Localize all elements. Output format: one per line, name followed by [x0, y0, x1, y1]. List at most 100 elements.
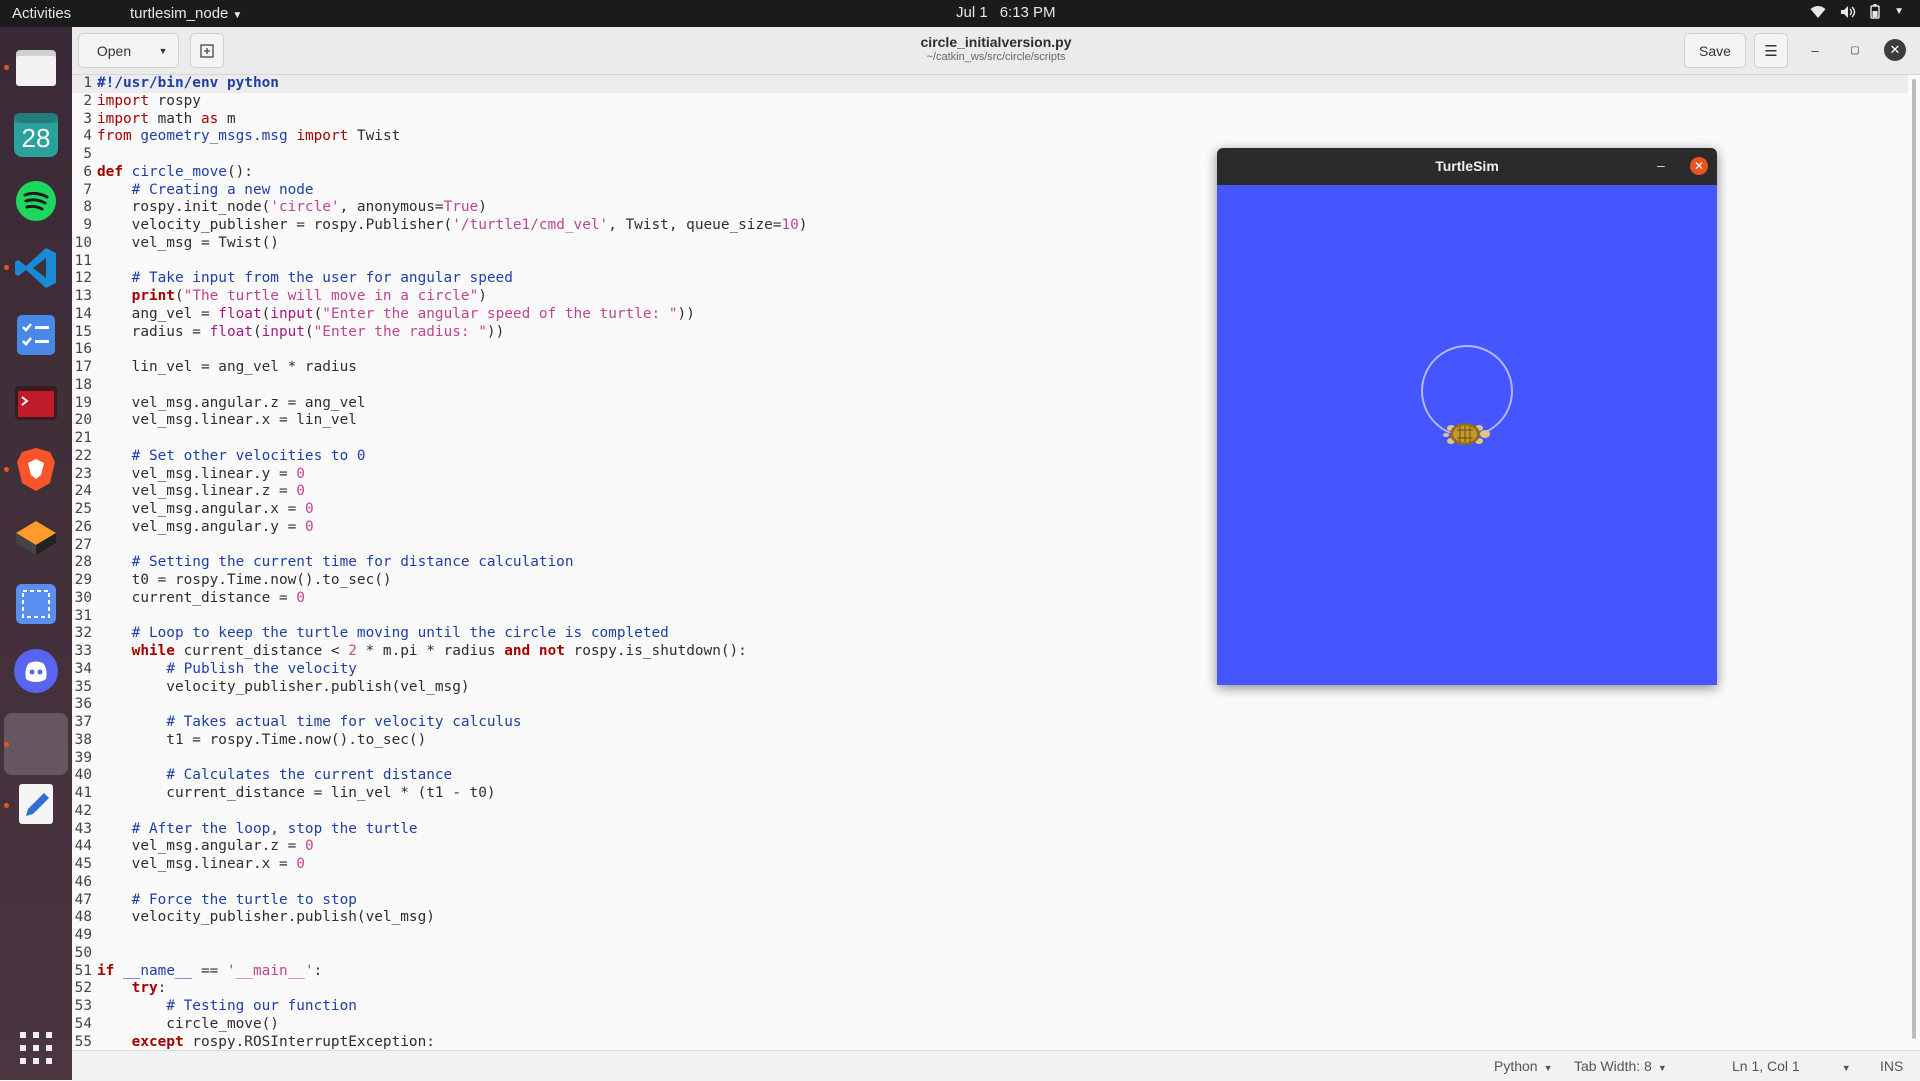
line-number: 17	[74, 359, 92, 375]
code-text: t0 = rospy.Time.now().to_sec()	[97, 572, 392, 588]
code-line[interactable]: 49	[72, 927, 1908, 945]
line-number: 34	[74, 660, 92, 677]
code-line[interactable]: 42	[72, 803, 1908, 821]
code-line[interactable]: 38 t1 = rospy.Time.now().to_sec()	[72, 732, 1908, 750]
line-number: 16	[74, 341, 92, 358]
code-text: # Publish the velocity	[166, 660, 357, 677]
terminal-icon[interactable]	[12, 379, 60, 427]
code-text: t1 = rospy.Time.now().to_sec()	[97, 731, 427, 748]
code-line[interactable]: 48 velocity_publisher.publish(vel_msg)	[72, 909, 1908, 927]
language-selector[interactable]: Python ▼	[1494, 1058, 1553, 1074]
code-line[interactable]: 3 import math as m	[72, 111, 1908, 129]
discord-icon[interactable]	[12, 647, 60, 695]
code-text: circle_move()	[97, 1015, 279, 1032]
code-text: # Takes actual time for velocity calculu…	[166, 714, 522, 730]
code-line[interactable]: 45 vel_msg.linear.x = 0	[72, 856, 1908, 874]
code-line[interactable]: 36	[72, 696, 1908, 714]
code-line[interactable]: 1 #!/usr/bin/env python	[72, 75, 1908, 93]
code-line[interactable]: 47 # Force the turtle to stop	[72, 892, 1908, 910]
turtlesim-titlebar[interactable]: TurtleSim – ✕	[1217, 148, 1717, 185]
line-number: 50	[74, 944, 92, 961]
tab-width-selector[interactable]: Tab Width: 8 ▼	[1574, 1058, 1667, 1074]
code-text: # Set other velocities to 0	[131, 447, 366, 464]
code-line[interactable]: 40 # Calculates the current distance	[72, 767, 1908, 785]
code-line[interactable]: 50	[72, 945, 1908, 963]
battery-icon	[1870, 4, 1880, 19]
line-number: 41	[74, 785, 92, 801]
show-apps-icon[interactable]	[12, 1024, 60, 1072]
open-menu-button[interactable]: ▼	[148, 33, 179, 68]
screenshot-icon[interactable]	[12, 580, 60, 628]
code-text: vel_msg.linear.x = lin_vel	[97, 412, 357, 429]
code-line[interactable]: 44 vel_msg.angular.z = 0	[72, 838, 1908, 856]
code-line[interactable]: 53 # Testing our function	[72, 998, 1908, 1016]
minimize-button[interactable]: –	[1804, 39, 1826, 61]
running-indicator	[4, 803, 9, 808]
menu-button[interactable]: ☰	[1754, 33, 1788, 68]
dock: 28	[0, 27, 72, 1080]
code-line[interactable]: 4 from geometry_msgs.msg import Twist	[72, 128, 1908, 146]
open-button[interactable]: Open	[78, 33, 150, 68]
active-app-highlight[interactable]	[4, 713, 68, 775]
code-text: current_distance = lin_vel * (t1 - t0)	[97, 785, 496, 801]
text-editor-icon[interactable]	[12, 780, 60, 828]
tasks-icon[interactable]	[12, 311, 60, 359]
code-text: import math as m	[97, 110, 236, 127]
line-number: 32	[74, 625, 92, 642]
minimize-icon: –	[1811, 42, 1819, 58]
line-number: 30	[74, 589, 92, 606]
line-number: 27	[74, 536, 92, 553]
minimize-icon: –	[1657, 157, 1665, 173]
close-icon: ✕	[1693, 159, 1705, 173]
files-icon[interactable]	[12, 44, 60, 92]
line-number: 52	[74, 980, 92, 997]
line-number: 55	[74, 1033, 92, 1050]
code-text: print("The turtle will move in a circle"…	[131, 288, 487, 304]
code-line[interactable]: 52 try:	[72, 980, 1908, 998]
new-tab-button[interactable]	[190, 33, 224, 68]
code-text: # After the loop, stop the turtle	[131, 820, 418, 837]
calendar-icon[interactable]: 28	[12, 111, 60, 159]
top-bar: Activities turtlesim_node ▼ Jul 1 6:13 PM …	[0, 0, 1920, 27]
code-line[interactable]: 41 current_distance = lin_vel * (t1 - t0…	[72, 785, 1908, 803]
line-number: 51	[74, 962, 92, 979]
system-tray[interactable]: ▼	[1810, 4, 1904, 19]
line-number: 44	[74, 838, 92, 855]
line-number: 3	[83, 110, 92, 127]
code-line[interactable]: 54 circle_move()	[72, 1016, 1908, 1034]
clock[interactable]: Jul 1 6:13 PM	[950, 4, 1062, 21]
code-text: while current_distance < 2 * m.pi * radi…	[131, 643, 747, 659]
line-number: 49	[74, 927, 92, 943]
scrollbar[interactable]	[1912, 79, 1916, 1039]
spotify-icon[interactable]	[12, 177, 60, 225]
turtlesim-window[interactable]: TurtleSim – ✕	[1217, 148, 1717, 685]
cursor-position[interactable]: Ln 1, Col 1 ▼	[1732, 1058, 1851, 1074]
brave-icon[interactable]	[12, 445, 60, 493]
code-text: vel_msg.linear.y = 0	[97, 465, 305, 482]
sublime-icon[interactable]	[12, 513, 60, 561]
code-line[interactable]: 39	[72, 750, 1908, 768]
code-text: # Calculates the current distance	[166, 767, 453, 784]
activities-button[interactable]: Activities	[12, 5, 71, 22]
line-number: 43	[74, 820, 92, 837]
code-line[interactable]: 46	[72, 874, 1908, 892]
close-button[interactable]: ✕	[1884, 39, 1906, 61]
app-menu[interactable]: turtlesim_node ▼	[130, 5, 242, 22]
code-line[interactable]: 37 # Takes actual time for velocity calc…	[72, 714, 1908, 732]
code-line[interactable]: 55 except rospy.ROSInterruptException:	[72, 1034, 1908, 1051]
minimize-button[interactable]: –	[1657, 157, 1665, 173]
code-line[interactable]: 2 import rospy	[72, 93, 1908, 111]
line-number: 14	[74, 305, 92, 322]
line-number: 21	[74, 430, 92, 446]
save-button[interactable]: Save	[1684, 33, 1746, 68]
code-line[interactable]: 43 # After the loop, stop the turtle	[72, 821, 1908, 839]
code-text: import rospy	[97, 92, 201, 109]
close-button[interactable]: ✕	[1690, 157, 1708, 175]
chevron-down-icon: ▼	[232, 10, 243, 21]
turtle-path	[1421, 345, 1513, 437]
code-line[interactable]: 51 if __name__ == '__main__':	[72, 963, 1908, 981]
vscode-icon[interactable]	[12, 244, 60, 292]
chevron-down-icon: ▼	[1543, 1063, 1553, 1073]
maximize-button[interactable]: ▢	[1844, 39, 1866, 61]
code-text: vel_msg = Twist()	[97, 234, 279, 251]
